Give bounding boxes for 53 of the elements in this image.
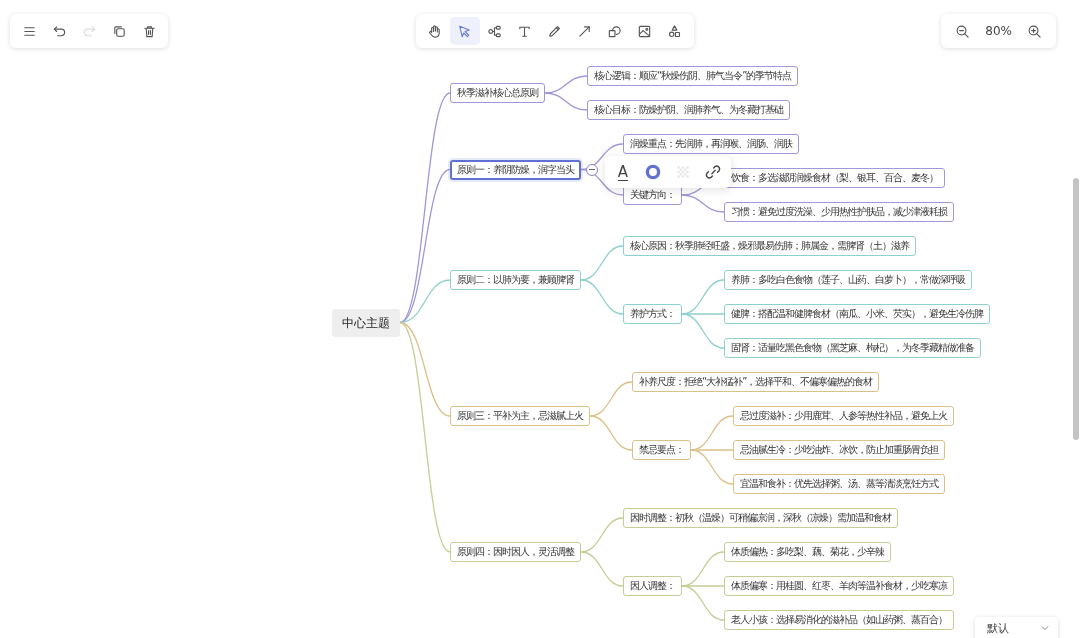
topic-node[interactable]: 原则三：平补为主，忌滋腻上火	[450, 406, 590, 426]
shapes-icon	[607, 23, 623, 39]
link-icon	[704, 162, 722, 181]
pointer-icon	[457, 23, 473, 39]
topic-node[interactable]: 原则四：因时因人，灵活调整	[450, 542, 581, 562]
topic-node[interactable]: 润燥重点：先润肺，再润喉、润肠、润肤	[623, 134, 799, 154]
connector-line	[580, 245, 624, 281]
topic-node[interactable]: 原则一：养阴防燥，润字当头	[450, 160, 581, 180]
root-topic[interactable]: 中心主题	[332, 309, 400, 337]
topic-node[interactable]: 核心目标：防燥护阴、润肺养气、为冬藏打基础	[587, 100, 790, 120]
topic-node[interactable]: 忌过度滋补：少用鹿茸、人参等热性补品，避免上火	[733, 406, 954, 426]
connector-line	[580, 279, 624, 315]
zoom-level: 80%	[984, 24, 1013, 38]
topic-node[interactable]: 宜温和食补：优先选择粥、汤、蒸等清淡烹饪方式	[733, 474, 945, 494]
topic-node[interactable]: 原则二：以肺为要，兼顾脾肾	[450, 270, 581, 290]
chevron-icon	[1040, 623, 1050, 633]
topic-node[interactable]: 禁忌要点：	[632, 440, 691, 460]
topic-node[interactable]: 老人小孩：选择易消化的滋补品（如山药粥、蒸百合）	[724, 610, 954, 630]
topic-node[interactable]: 忌油腻生冷：少吃油炸、冰饮，防止加重肠胃负担	[733, 440, 945, 460]
connector-line	[544, 75, 588, 94]
image-icon	[637, 23, 653, 39]
collapse-button[interactable]	[586, 163, 598, 176]
topic-node[interactable]: 核心原因：秋季肺经旺盛，燥邪最易伤肺；肺属金，需脾肾（土）滋养	[623, 236, 916, 256]
topic-node[interactable]: 因时调整：初秋（温燥）可稍偏凉润，深秋（凉燥）需加温和食材	[623, 508, 898, 528]
pencil-icon	[547, 23, 563, 39]
connector-line	[580, 551, 624, 587]
mindmap-icon	[487, 23, 503, 39]
topic-node[interactable]: 体质偏寒：用桂圆、红枣、羊肉等温补食材，少吃寒凉	[724, 576, 954, 596]
topic-node[interactable]: 习惯：避免过度洗澡、少用热性护肤品，减少津液耗损	[724, 202, 954, 222]
topic-node[interactable]: 核心逻辑：顺应“秋燥伤阴、肺气当令”的季节特点	[587, 66, 799, 86]
arrow-icon	[577, 23, 593, 39]
shapes-icon	[667, 23, 683, 39]
hand-icon	[427, 23, 443, 39]
text-style-button[interactable]: A	[611, 159, 635, 184]
zoom-in-icon	[1027, 23, 1043, 39]
topic-node[interactable]: 固肾：适量吃黑色食物（黑芝麻、枸杞），为冬季藏精做准备	[724, 338, 981, 358]
select-tool[interactable]	[449, 17, 480, 45]
topic-node[interactable]: 因人调整：	[623, 576, 682, 596]
connector-line	[589, 381, 633, 417]
connector-line	[544, 92, 588, 111]
topic-node[interactable]: 养护方式：	[623, 304, 682, 324]
connector-line	[580, 517, 624, 553]
topic-node[interactable]: 养肺：多吃白色食物（莲子、山药、白萝卜），常做深呼吸	[724, 270, 972, 290]
topic-node[interactable]: 秋季滋补核心总原则	[450, 83, 545, 103]
topic-node[interactable]: 体质偏热：多吃梨、藕、菊花，少辛辣	[724, 542, 891, 562]
topic-node[interactable]: 补养尺度：拒绝“大补猛补”，选择平和、不偏寒偏热的食材	[632, 372, 880, 392]
connector-line	[589, 415, 633, 451]
connector-line	[681, 194, 725, 213]
zoom-out-icon	[954, 23, 970, 39]
theme-dropdown[interactable]: 默认	[975, 617, 1058, 638]
topic-node[interactable]: 健脾：搭配温和健脾食材（南瓜、小米、芡实），避免生冷伤脾	[724, 304, 990, 324]
ring-icon	[644, 162, 662, 181]
scrollbar-thumb[interactable]	[1073, 178, 1079, 440]
